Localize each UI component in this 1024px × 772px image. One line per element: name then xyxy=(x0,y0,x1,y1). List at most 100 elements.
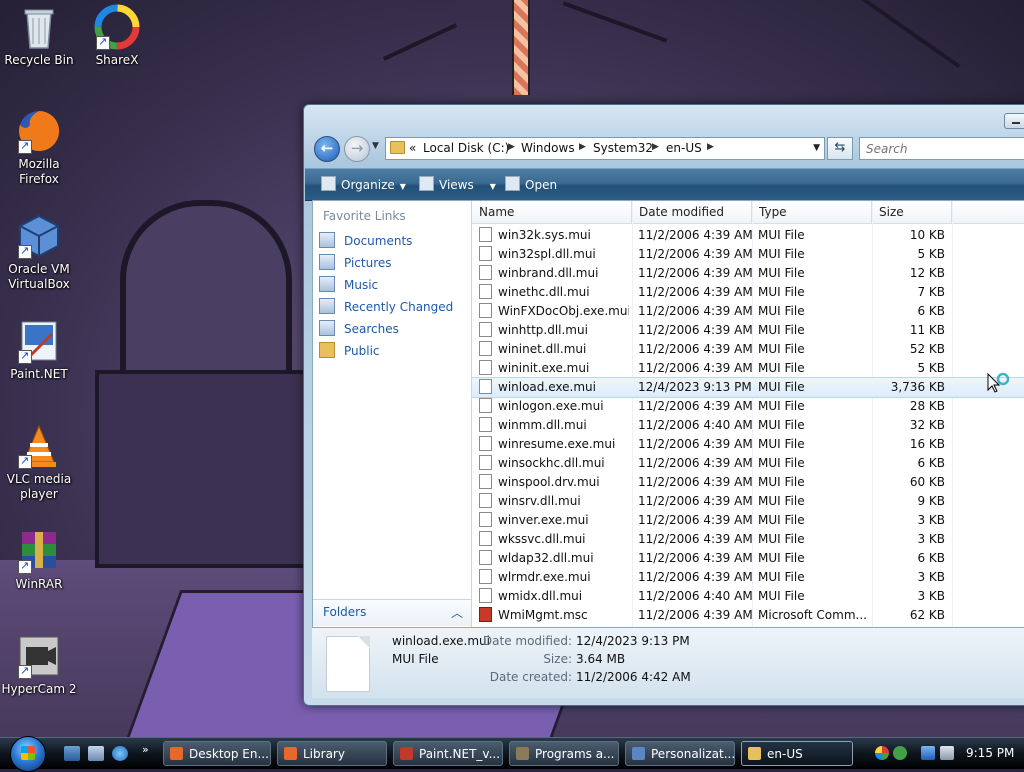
desktop-icon-firefox[interactable]: Mozilla Firefox xyxy=(1,108,77,187)
file-date-cell: 11/2/2006 4:39 AM xyxy=(638,435,753,454)
views-button[interactable]: Views ▼ xyxy=(419,176,496,192)
taskbar-button-personalization[interactable]: Personalizat... xyxy=(625,741,735,766)
quicklaunch-overflow-icon[interactable]: » xyxy=(142,743,152,758)
file-row[interactable]: winlogon.exe.mui 11/2/2006 4:39 AM MUI Fil… xyxy=(472,397,1024,416)
nav-link-pictures[interactable]: Pictures xyxy=(319,253,465,273)
file-date-cell: 11/2/2006 4:40 AM xyxy=(638,587,753,606)
column-header-date-modified[interactable]: Date modified xyxy=(632,201,752,224)
file-row[interactable]: wininet.dll.mui 11/2/2006 4:39 AM MUI File… xyxy=(472,340,1024,359)
desktop-icon-vlc[interactable]: VLC media player xyxy=(1,423,77,502)
personalization-icon xyxy=(632,747,645,760)
file-name-cell: wmidx.dll.mui xyxy=(479,587,629,606)
file-date-cell-text: 11/2/2006 4:39 AM xyxy=(638,494,753,508)
breadcrumb-system32[interactable]: System32 xyxy=(593,141,653,155)
desktop-icon-sharex[interactable]: ShareX xyxy=(79,4,155,68)
sharex-tray-icon[interactable] xyxy=(875,746,889,760)
file-name-cell-text: wkssvc.dll.mui xyxy=(498,532,586,546)
address-bar[interactable]: « Local Disk (C:) ▶ Windows ▶ System32 ▶… xyxy=(385,137,825,160)
breadcrumb-local-disk[interactable]: Local Disk (C:) xyxy=(423,141,509,155)
organize-icon xyxy=(321,176,336,191)
file-row[interactable]: winver.exe.mui 11/2/2006 4:39 AM MUI File 3… xyxy=(472,511,1024,530)
file-date-cell-text: 11/2/2006 4:39 AM xyxy=(638,342,753,356)
file-size-cell-text: 10 KB xyxy=(909,228,945,242)
nav-link-public[interactable]: Public xyxy=(319,341,465,361)
file-row[interactable]: wldap32.dll.mui 11/2/2006 4:39 AM MUI File… xyxy=(472,549,1024,568)
back-button[interactable]: ← xyxy=(314,136,340,162)
desktop-icon-label: Oracle VM VirtualBox xyxy=(8,262,70,291)
file-icon xyxy=(479,341,492,356)
taskbar-button-paintnet[interactable]: Paint.NET_v... xyxy=(393,741,503,766)
system-clock[interactable]: 9:15 PM xyxy=(966,746,1014,760)
breadcrumb-separator-icon[interactable]: ▶ xyxy=(579,142,586,152)
desktop-icon-paintnet[interactable]: Paint.NET xyxy=(1,318,77,382)
file-row[interactable]: winresume.exe.mui 11/2/2006 4:39 AM MUI Fi… xyxy=(472,435,1024,454)
file-row[interactable]: WmiMgmt.msc 11/2/2006 4:39 AM Microsoft Co… xyxy=(472,606,1024,625)
recent-pages-dropdown[interactable]: ▼ xyxy=(372,141,379,151)
file-date-cell: 11/2/2006 4:39 AM xyxy=(638,511,753,530)
breadcrumb-separator-icon[interactable]: ▶ xyxy=(707,142,714,152)
file-row[interactable]: win32spl.dll.mui 11/2/2006 4:39 AM MUI Fil… xyxy=(472,245,1024,264)
organize-button[interactable]: Organize ▼ xyxy=(321,176,406,192)
start-button[interactable] xyxy=(10,736,46,772)
file-row[interactable]: winspool.drv.mui 11/2/2006 4:39 AM MUI Fil… xyxy=(472,473,1024,492)
breadcrumb-windows[interactable]: Windows xyxy=(521,141,575,155)
tray-check-icon[interactable] xyxy=(893,746,907,760)
nav-link-music[interactable]: Music xyxy=(319,275,465,295)
taskbar-button-desktop[interactable]: Desktop En... xyxy=(163,741,271,766)
search-box[interactable] xyxy=(859,137,1024,160)
file-date-cell-text: 11/2/2006 4:39 AM xyxy=(638,266,753,280)
search-input[interactable] xyxy=(864,141,1024,157)
open-button[interactable]: Open xyxy=(505,176,557,192)
file-size-cell-text: 5 KB xyxy=(917,247,945,261)
refresh-button[interactable]: ⇆ xyxy=(827,137,853,160)
breadcrumb-overflow[interactable]: « xyxy=(409,141,416,155)
details-modified-value: 12/4/2023 9:13 PM xyxy=(576,634,690,648)
paintnet-icon xyxy=(16,318,62,364)
chevron-down-icon: ▼ xyxy=(489,182,496,191)
file-size-cell: 12 KB xyxy=(872,264,945,283)
file-date-cell: 11/2/2006 4:39 AM xyxy=(638,359,753,378)
desktop-icon-recycle-bin[interactable]: Recycle Bin xyxy=(1,4,77,68)
file-row[interactable]: winsockhc.dll.mui 11/2/2006 4:39 AM MUI Fi… xyxy=(472,454,1024,473)
network-icon[interactable] xyxy=(921,746,935,760)
file-row[interactable]: winmm.dll.mui 11/2/2006 4:40 AM MUI File 32… xyxy=(472,416,1024,435)
file-row[interactable]: winload.exe.mui 12/4/2023 9:13 PM MUI File… xyxy=(472,377,1024,398)
desktop-icon-virtualbox[interactable]: Oracle VM VirtualBox xyxy=(1,213,77,292)
file-row[interactable]: winethc.dll.mui 11/2/2006 4:39 AM MUI File… xyxy=(472,283,1024,302)
taskbar-button-library[interactable]: Library xyxy=(277,741,387,766)
file-row[interactable]: winhttp.dll.mui 11/2/2006 4:39 AM MUI File… xyxy=(472,321,1024,340)
address-history-dropdown[interactable]: ▼ xyxy=(813,143,820,153)
file-row[interactable]: win32k.sys.mui 11/2/2006 4:39 AM MUI File 1… xyxy=(472,226,1024,245)
file-row[interactable]: wininit.exe.mui 11/2/2006 4:39 AM MUI File… xyxy=(472,359,1024,378)
breadcrumb-en-us[interactable]: en-US xyxy=(666,141,702,155)
file-date-cell: 11/2/2006 4:39 AM xyxy=(638,549,753,568)
taskbar-button-en-us[interactable]: en-US xyxy=(741,741,853,766)
searches-icon xyxy=(319,320,335,336)
file-name-cell-text: winbrand.dll.mui xyxy=(498,266,599,280)
column-header-name[interactable]: Name xyxy=(472,201,632,224)
nav-link-recently-changed[interactable]: Recently Changed xyxy=(319,297,465,317)
taskbar-button-programs[interactable]: Programs a... xyxy=(509,741,619,766)
desktop-icon-hypercam[interactable]: HyperCam 2 xyxy=(1,633,77,697)
file-row[interactable]: wkssvc.dll.mui 11/2/2006 4:39 AM MUI File 3… xyxy=(472,530,1024,549)
column-header-type[interactable]: Type xyxy=(752,201,872,224)
internet-explorer-icon[interactable] xyxy=(112,746,128,761)
folders-toggle[interactable]: Folders ︿ xyxy=(313,599,471,626)
file-type-cell: MUI File xyxy=(758,283,870,302)
column-header-size[interactable]: Size xyxy=(872,201,952,224)
volume-icon[interactable] xyxy=(940,746,954,760)
breadcrumb-separator-icon[interactable]: ▶ xyxy=(652,142,659,152)
nav-link-documents[interactable]: Documents xyxy=(319,231,465,251)
show-desktop-icon[interactable] xyxy=(64,746,80,761)
file-row[interactable]: wlrmdr.exe.mui 11/2/2006 4:39 AM MUI File 3… xyxy=(472,568,1024,587)
file-row[interactable]: winbrand.dll.mui 11/2/2006 4:39 AM MUI Fil… xyxy=(472,264,1024,283)
nav-link-searches[interactable]: Searches xyxy=(319,319,465,339)
desktop-icon-winrar[interactable]: WinRAR xyxy=(1,528,77,592)
file-row[interactable]: wmidx.dll.mui 11/2/2006 4:40 AM MUI File 3 … xyxy=(472,587,1024,606)
forward-button[interactable]: → xyxy=(344,136,370,162)
breadcrumb-separator-icon[interactable]: ▶ xyxy=(508,142,515,152)
minimize-button[interactable] xyxy=(1004,113,1024,129)
switch-windows-icon[interactable] xyxy=(88,746,104,761)
file-row[interactable]: winsrv.dll.mui 11/2/2006 4:39 AM MUI File 9… xyxy=(472,492,1024,511)
file-row[interactable]: WinFXDocObj.exe.mui 11/2/2006 4:39 AM MUI … xyxy=(472,302,1024,321)
